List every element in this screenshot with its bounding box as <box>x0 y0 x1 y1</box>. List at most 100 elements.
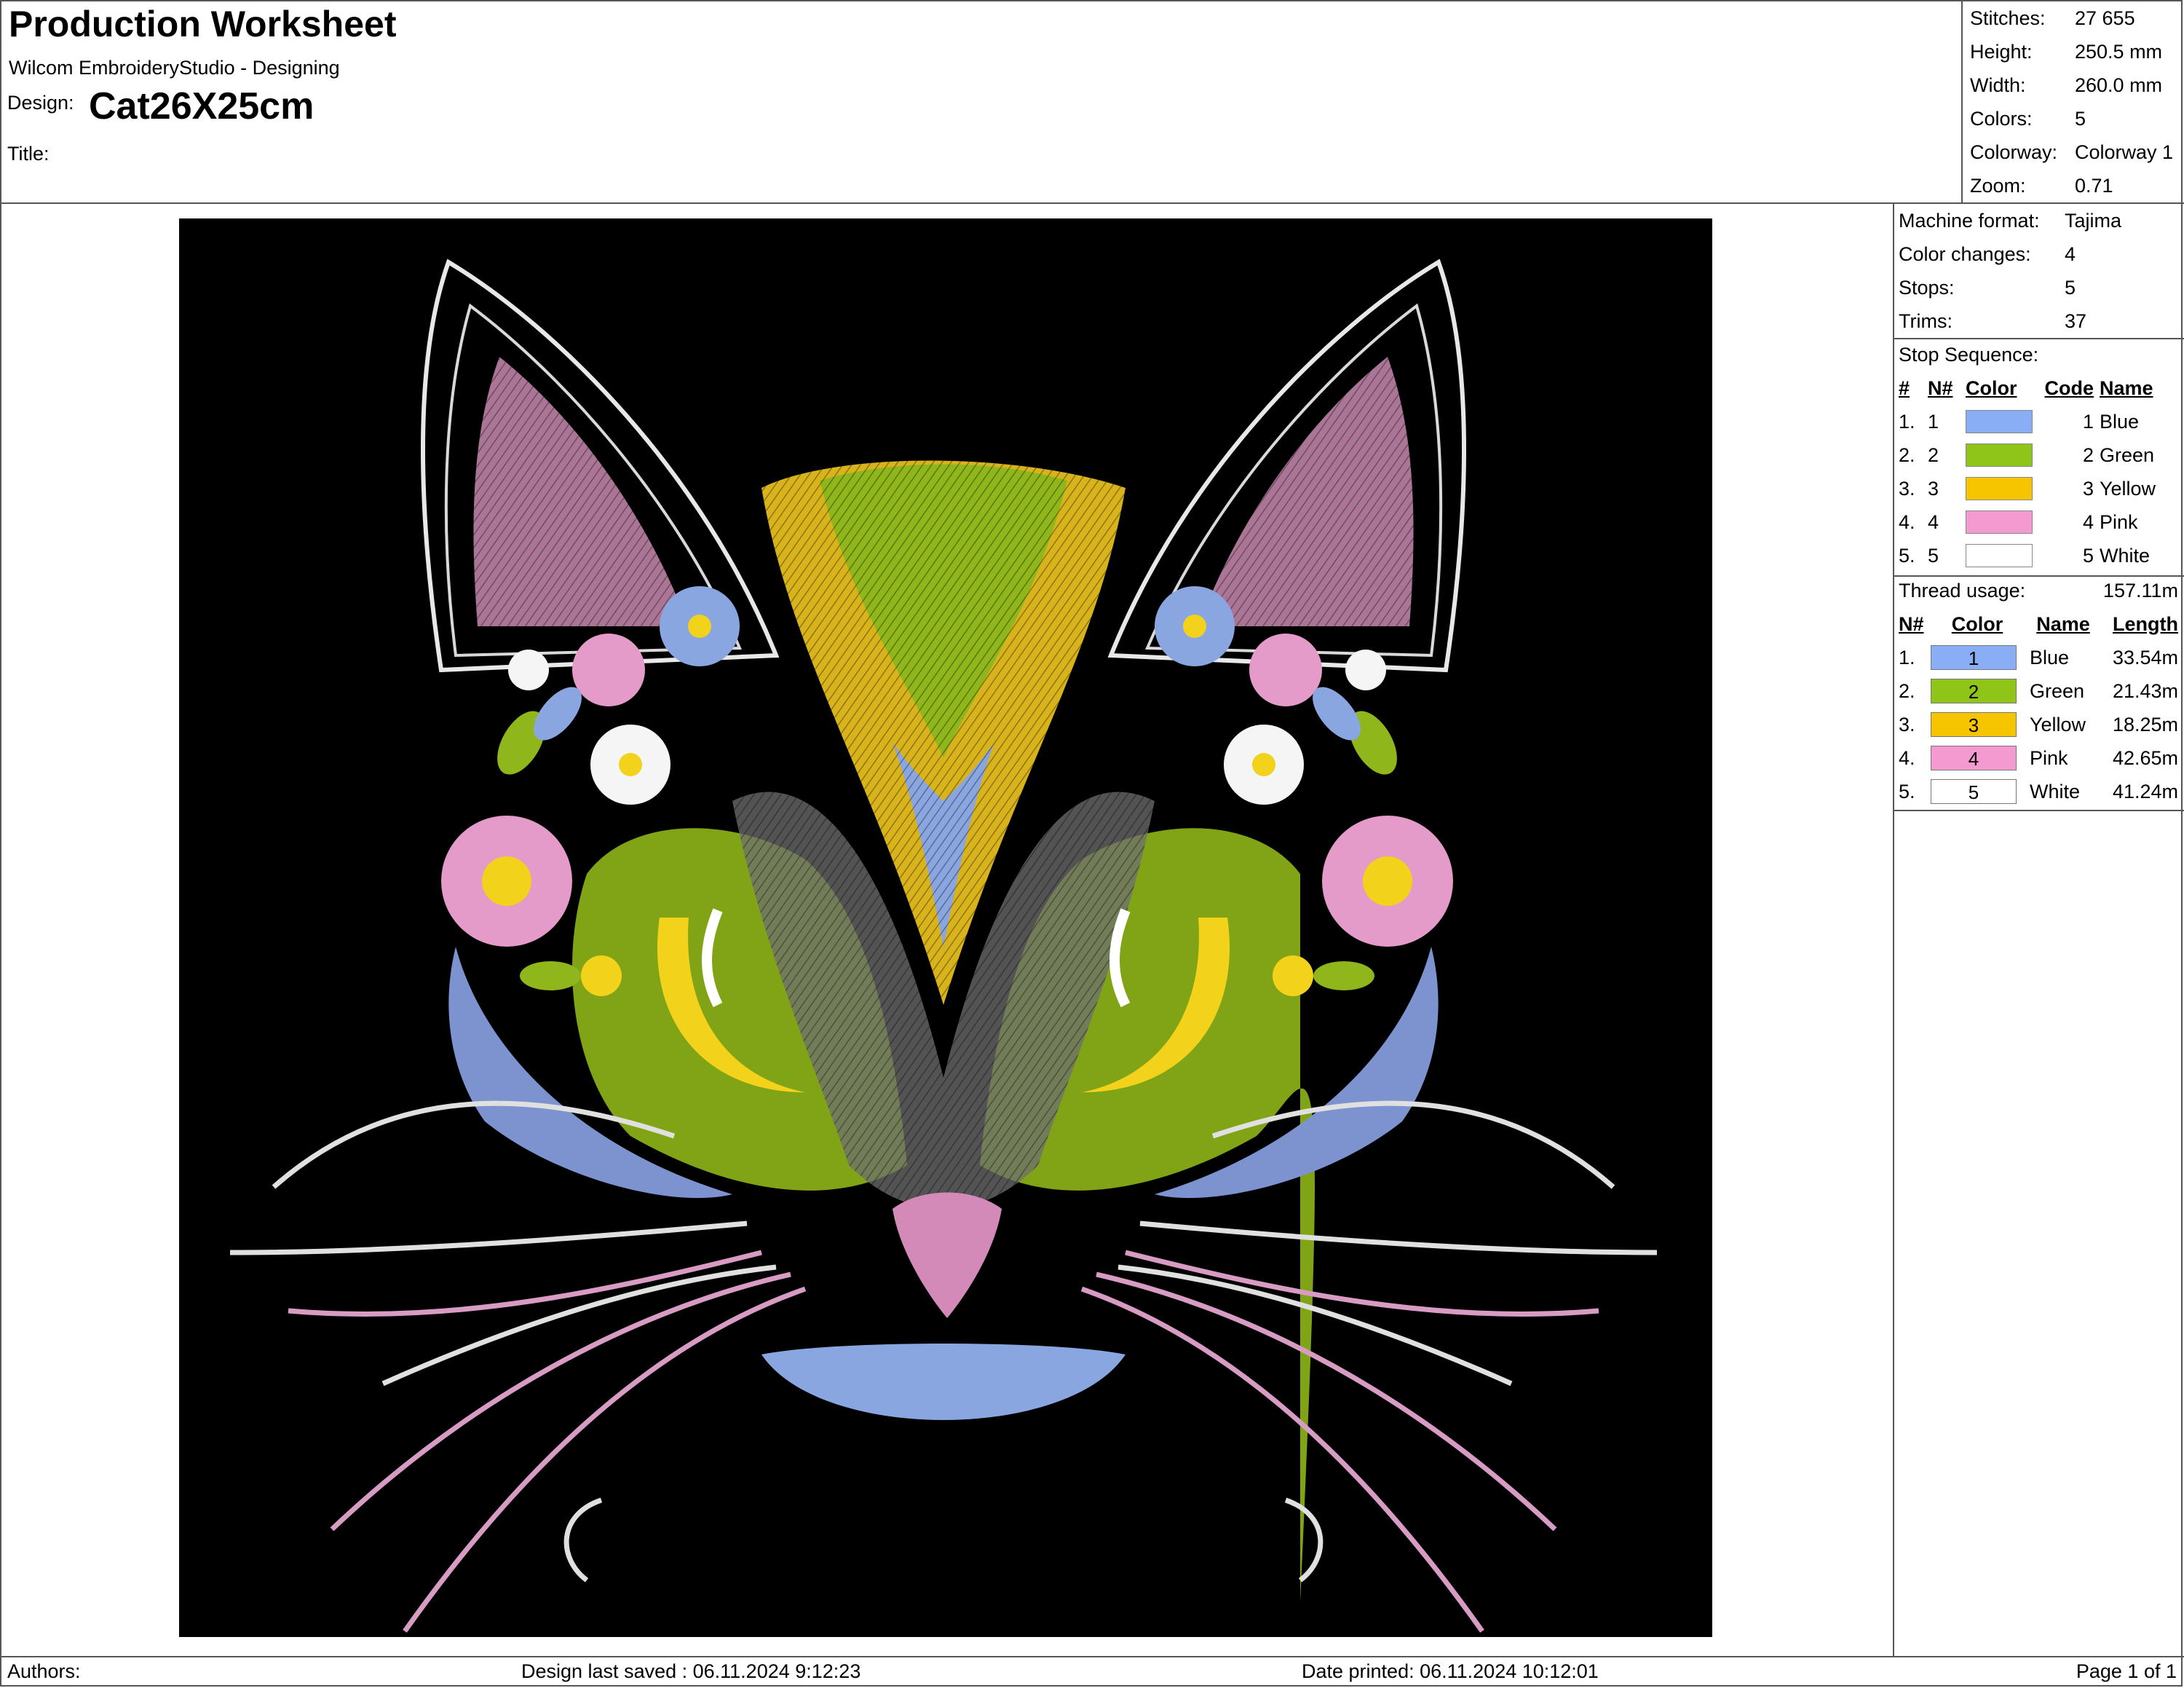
row-name: Blue <box>2030 646 2070 669</box>
row-code: 2 <box>2082 443 2094 466</box>
summary-row: Height: 250.5 mm <box>1970 35 2173 68</box>
machine-value: 5 <box>2065 276 2076 299</box>
header-summary-divider <box>1961 0 1963 202</box>
row-name: Yellow <box>2100 477 2156 500</box>
thread-usage-header: N# Color Name Length <box>1899 607 2178 641</box>
stop-sequence-divider <box>1893 575 2184 577</box>
row-length: 42.65m <box>2112 746 2178 769</box>
machine-value: 4 <box>2065 242 2076 265</box>
table-row: 3. 3 3 Yellow <box>1899 472 2156 505</box>
thread-usage-table: N# Color Name Length 1. 1 Blue 33.54m 2. 2 Gr… <box>1899 607 2178 808</box>
row-index: 2. <box>1899 443 1915 466</box>
row-index: 3. <box>1899 477 1915 500</box>
row-index: 5. <box>1899 544 1915 567</box>
row-n: 4 <box>1928 510 1939 533</box>
summary-label: Stitches: <box>1970 7 2046 29</box>
thread-usage-divider <box>1893 810 2184 811</box>
col-header: Code <box>2044 376 2094 399</box>
design-label: Design: <box>7 92 74 114</box>
summary-row: Colors: 5 <box>1970 102 2173 135</box>
summary-label: Colors: <box>1970 107 2033 130</box>
col-header: Name <box>2100 376 2153 399</box>
color-swatch-cell <box>1966 405 2035 438</box>
table-row: 5. 5 White 41.24m <box>1899 775 2178 808</box>
row-n: 3 <box>1928 477 1939 500</box>
color-swatch: 5 <box>1931 779 2017 804</box>
summary-value: 0.71 <box>2075 174 2113 197</box>
table-row: 3. 3 Yellow 18.25m <box>1899 708 2178 741</box>
col-header: Color <box>1966 376 2017 399</box>
row-index: 5. <box>1899 780 1915 802</box>
stop-sequence-header: # N# Color Code Name <box>1899 371 2156 405</box>
color-swatch-cell: 2 <box>1931 674 2024 708</box>
color-swatch: 2 <box>1931 679 2017 703</box>
row-code: 3 <box>2082 477 2094 500</box>
design-preview <box>179 218 1712 1637</box>
col-header: N# <box>1899 612 1924 635</box>
summary-table: Stitches: 27 655 Height: 250.5 mm Width: 26… <box>1970 1 2173 202</box>
color-swatch-cell: 1 <box>1931 641 2024 674</box>
color-swatch-cell <box>1966 505 2035 539</box>
summary-value: 5 <box>2075 107 2086 130</box>
color-swatch-cell: 5 <box>1931 775 2024 808</box>
summary-row: Stitches: 27 655 <box>1970 1 2173 35</box>
design-name: Cat26X25cm <box>89 85 314 127</box>
row-code: 4 <box>2082 510 2094 533</box>
row-name: Blue <box>2100 410 2140 433</box>
row-index: 3. <box>1899 713 1915 735</box>
row-name: White <box>2030 780 2081 802</box>
summary-label: Width: <box>1970 74 2026 96</box>
summary-label: Colorway: <box>1970 141 2058 163</box>
row-index: 4. <box>1899 746 1915 769</box>
machine-divider <box>1893 338 2184 339</box>
footer-date-printed: Date printed: 06.11.2024 10:12:01 <box>1302 1660 1599 1682</box>
row-n: 1 <box>1928 410 1939 433</box>
table-row: 1. 1 Blue 33.54m <box>1899 641 2178 674</box>
row-index: 1. <box>1899 410 1915 433</box>
color-swatch: 3 <box>1931 712 2017 737</box>
footer-authors: Authors: <box>7 1660 81 1682</box>
table-row: 2. 2 Green 21.43m <box>1899 674 2178 708</box>
machine-value: Tajima <box>2065 209 2122 232</box>
row-name: Pink <box>2030 746 2068 769</box>
row-length: 18.25m <box>2112 713 2178 735</box>
row-index: 2. <box>1899 679 1915 702</box>
row-n: 2 <box>1928 443 1939 466</box>
nose <box>893 1192 1002 1318</box>
summary-value: 250.5 mm <box>2075 40 2163 63</box>
header-divider <box>0 202 2184 204</box>
summary-value: Colorway 1 <box>2075 141 2174 163</box>
machine-table: Machine format: Tajima Color changes: 4 St… <box>1899 204 2121 338</box>
summary-value: 27 655 <box>2075 7 2135 29</box>
table-row: 4. 4 Pink 42.65m <box>1899 741 2178 775</box>
col-header: # <box>1899 376 1910 399</box>
machine-row: Stops: 5 <box>1899 271 2121 304</box>
machine-label: Stops: <box>1899 276 1955 299</box>
row-name: Green <box>2030 679 2085 702</box>
title-label: Title: <box>7 143 50 165</box>
row-index: 4. <box>1899 510 1915 533</box>
row-code: 5 <box>2082 544 2094 567</box>
row-name: Pink <box>2100 510 2138 533</box>
color-swatch: 4 <box>1931 746 2017 770</box>
col-header: Color <box>1951 612 2003 635</box>
summary-row: Colorway: Colorway 1 <box>1970 135 2173 169</box>
color-swatch-cell <box>1966 438 2035 472</box>
summary-row: Zoom: 0.71 <box>1970 169 2173 202</box>
row-length: 41.24m <box>2112 780 2178 802</box>
color-swatch <box>1966 510 2033 535</box>
table-row: 5. 5 5 White <box>1899 539 2156 572</box>
color-swatch <box>1966 477 2033 501</box>
color-swatch-cell <box>1966 472 2035 505</box>
col-header: N# <box>1928 376 1953 399</box>
row-name: White <box>2100 544 2151 567</box>
color-swatch-cell: 3 <box>1931 708 2024 741</box>
color-swatch <box>1966 410 2033 434</box>
color-swatch: 1 <box>1931 645 2017 670</box>
row-length: 33.54m <box>2112 646 2178 669</box>
row-index: 1. <box>1899 646 1915 669</box>
row-code: 1 <box>2082 410 2094 433</box>
table-row: 2. 2 2 Green <box>1899 438 2156 472</box>
row-name: Yellow <box>2030 713 2086 735</box>
color-swatch-cell <box>1966 539 2035 572</box>
